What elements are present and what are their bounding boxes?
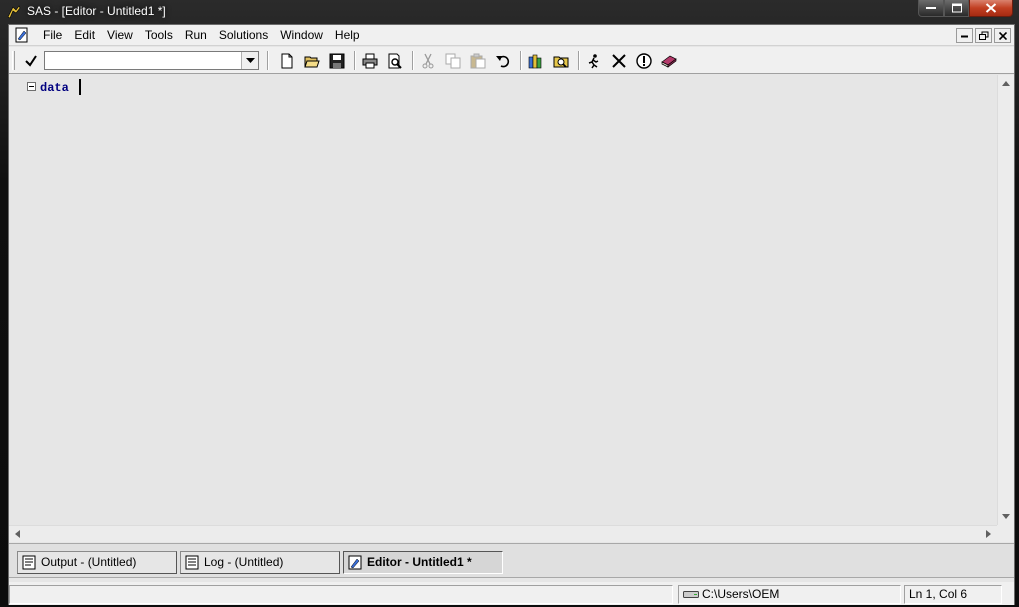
cut-icon [422,53,434,69]
open-icon [304,56,320,68]
explorer-icon [553,56,569,68]
copy-button[interactable] [443,51,463,71]
print-preview-button[interactable] [385,51,405,71]
scroll-left-icon[interactable] [15,530,20,538]
toolbar-separator [267,51,269,70]
clear-icon [612,54,626,68]
menu-view[interactable]: View [101,25,139,46]
menu-bar: File Edit View Tools Run Solutions Windo… [9,25,1014,46]
cut-button[interactable] [418,51,438,71]
command-check-button[interactable] [21,51,41,71]
text-caret [79,79,81,95]
task-editor[interactable]: Editor - Untitled1 * [343,551,503,574]
command-dropdown-button[interactable] [241,52,258,69]
task-output-label: Output - (Untitled) [41,555,137,569]
undo-icon [496,55,510,68]
code-editor[interactable]: data [9,75,1014,542]
status-message [9,585,673,604]
drive-icon [683,591,699,598]
menu-help[interactable]: Help [329,25,366,46]
minimize-icon [926,7,936,9]
task-editor-label: Editor - Untitled1 * [367,555,472,569]
libraries-button[interactable] [526,51,546,71]
menu-solutions[interactable]: Solutions [213,25,274,46]
doc-minimize-button[interactable] [956,28,973,43]
paste-icon [470,53,486,69]
clear-button[interactable] [609,51,629,71]
status-position: Ln 1, Col 6 [909,587,968,601]
close-button[interactable] [969,0,1013,17]
break-button[interactable] [634,51,654,71]
sas-app-icon [7,5,21,19]
sas-window-frame: SAS - [Editor - Untitled1 *] File Edit V… [0,0,1019,607]
print-button[interactable] [360,51,380,71]
toolbar-separator [578,51,580,70]
copy-icon [445,53,461,69]
status-bar: C:\Users\OEM Ln 1, Col 6 [9,582,1014,605]
title-bar[interactable]: SAS - [Editor - Untitled1 *] [0,0,1019,24]
window-bar: Output - (Untitled) Log - (Untitled) Edi… [9,543,1014,578]
menu-window[interactable]: Window [274,25,329,46]
toolbar [9,47,1014,74]
task-log[interactable]: Log - (Untitled) [180,551,340,574]
status-path-panel[interactable]: C:\Users\OEM [678,585,901,604]
undo-button[interactable] [493,51,513,71]
close-icon [985,3,997,13]
menu-tools[interactable]: Tools [139,25,179,46]
command-box[interactable] [44,51,259,70]
log-window-icon [185,555,199,570]
new-icon [281,53,293,69]
new-button[interactable] [277,51,297,71]
help-book-button[interactable] [659,51,679,71]
scrollbar-corner [997,525,1014,542]
close-icon [998,31,1007,40]
libraries-icon [528,54,542,69]
menu-file[interactable]: File [37,25,68,46]
explorer-button[interactable] [551,51,571,71]
scroll-down-icon[interactable] [1002,514,1010,519]
window-title: SAS - [Editor - Untitled1 *] [27,4,166,18]
output-window-icon [22,555,36,570]
chevron-down-icon [246,58,255,63]
maximize-icon [951,3,962,13]
minimize-icon [960,35,968,37]
print-icon [362,53,378,69]
editor-window-icon [348,555,362,570]
client-area: File Edit View Tools Run Solutions Windo… [8,24,1015,605]
menu-run[interactable]: Run [179,25,213,46]
doc-close-button[interactable] [994,28,1011,43]
paste-button[interactable] [468,51,488,71]
task-output[interactable]: Output - (Untitled) [17,551,177,574]
scroll-right-icon[interactable] [986,530,991,538]
status-path: C:\Users\OEM [702,587,780,601]
toolbar-separator [412,51,414,70]
break-icon [636,53,652,69]
menu-edit[interactable]: Edit [68,25,101,46]
command-input[interactable] [45,52,241,69]
horizontal-scrollbar[interactable] [9,525,997,542]
submit-button[interactable] [584,51,604,71]
open-button[interactable] [302,51,322,71]
toolbar-grip[interactable] [12,51,15,70]
vertical-scrollbar[interactable] [997,75,1014,525]
print-preview-icon [388,53,402,69]
scroll-up-icon[interactable] [1002,81,1010,86]
code-line-1: data [40,81,69,95]
checkmark-icon [25,55,37,67]
toolbar-separator [520,51,522,70]
save-button[interactable] [327,51,347,71]
collapse-toggle[interactable] [27,82,36,91]
help-icon [661,55,677,68]
task-log-label: Log - (Untitled) [204,555,284,569]
submit-icon [588,54,599,69]
maximize-button[interactable] [944,0,969,17]
restore-icon [978,31,988,40]
editor-document-icon[interactable] [14,27,30,43]
minimize-button[interactable] [918,0,944,17]
status-position-panel: Ln 1, Col 6 [904,585,1002,604]
doc-restore-button[interactable] [975,28,992,43]
save-icon [329,53,345,69]
toolbar-separator [354,51,356,70]
